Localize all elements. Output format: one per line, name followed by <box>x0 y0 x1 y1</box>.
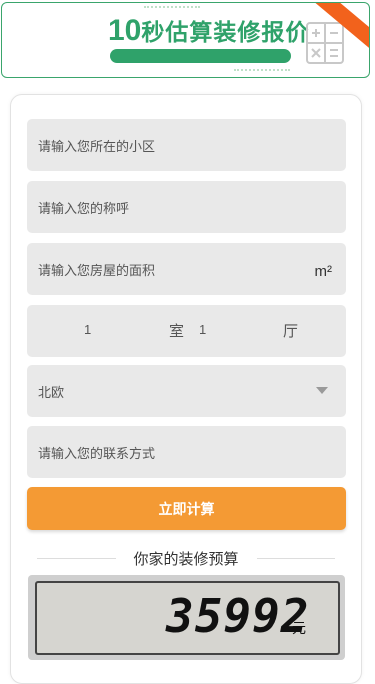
promo-banner: 10秒估算装修报价 <box>1 2 370 78</box>
banner-underline-bar <box>110 49 291 63</box>
community-input[interactable]: 请输入您所在的小区 <box>27 119 346 171</box>
style-select[interactable]: 北欧 <box>27 365 346 417</box>
halls-value[interactable]: 1 <box>199 322 206 337</box>
divider-right <box>256 557 336 559</box>
contact-input[interactable]: 请输入您的联系方式 <box>27 426 346 478</box>
budget-title: 你家的装修预算 <box>133 550 239 568</box>
calculate-button[interactable]: 立即计算 <box>27 487 346 530</box>
rooms-label: 室 <box>169 323 185 340</box>
banner-title-number: 10 <box>108 14 142 47</box>
budget-unit: 元 <box>292 620 306 636</box>
area-input[interactable]: 请输入您房屋的面积 m² <box>27 243 346 295</box>
halls-label: 厅 <box>283 323 299 340</box>
contact-placeholder: 请输入您的联系方式 <box>38 445 156 461</box>
room-layout-selector: 1 室 1 厅 <box>27 305 346 357</box>
name-input[interactable]: 请输入您的称呼 <box>27 181 346 233</box>
rooms-value[interactable]: 1 <box>84 322 91 337</box>
decor-dots <box>234 69 290 71</box>
area-placeholder: 请输入您房屋的面积 <box>38 262 156 278</box>
divider-left <box>37 557 116 559</box>
area-unit: m² <box>314 263 333 280</box>
name-placeholder: 请输入您的称呼 <box>38 200 130 216</box>
banner-title-text: 秒估算装修报价 <box>141 19 310 45</box>
calculator-icon <box>306 22 344 64</box>
banner-title: 10秒估算装修报价 <box>108 13 309 48</box>
community-placeholder: 请输入您所在的小区 <box>38 138 156 154</box>
chevron-down-icon <box>316 387 328 394</box>
budget-heading: 你家的装修预算 <box>37 548 336 568</box>
decor-dots <box>144 6 200 8</box>
budget-amount: 35992 <box>166 589 310 643</box>
style-selected-value: 北欧 <box>38 384 65 400</box>
